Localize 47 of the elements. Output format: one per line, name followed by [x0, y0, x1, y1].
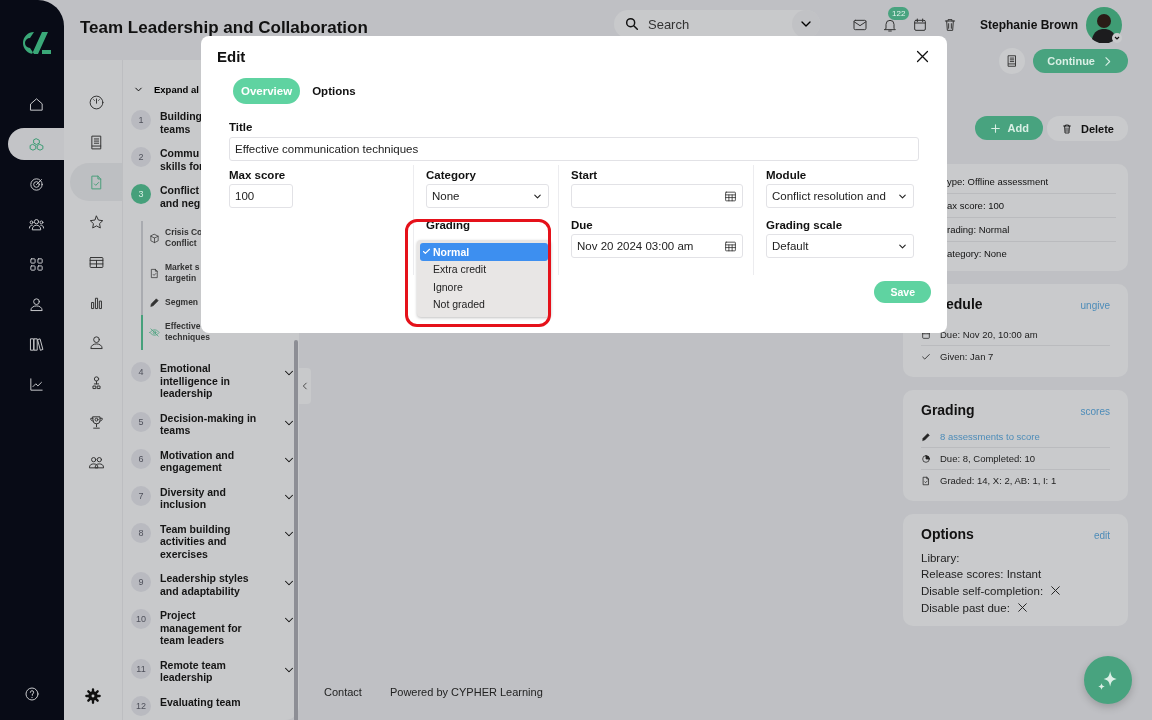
- dialog-title: Edit: [217, 48, 246, 65]
- step-number: 1: [131, 110, 151, 130]
- step-number: 8: [131, 522, 151, 543]
- module-title: Evaluating team: [160, 695, 241, 708]
- step-number: 12: [131, 695, 151, 716]
- grading-row: Graded: 14, X: 2, AB: 1, I: 1: [940, 475, 1057, 486]
- module-title: Diversity and inclusion: [160, 485, 226, 511]
- detail-row-text: ategory: None: [947, 247, 1008, 261]
- step-number: 4: [131, 362, 151, 382]
- module-title: Project management for team leaders: [160, 609, 242, 647]
- field-label: Category: [426, 169, 477, 181]
- card-title: Grading: [921, 402, 975, 418]
- step-number: 11: [131, 658, 151, 679]
- option-row: Disable past due:: [921, 601, 1010, 614]
- module-title: Decision-making in teams: [160, 411, 257, 437]
- module-title: Remote team leadership: [160, 658, 226, 684]
- step-number: 3: [131, 184, 151, 204]
- field-label: Start: [571, 169, 599, 181]
- field-label: Due: [571, 219, 594, 231]
- module-title: Emotional intelligence in leadership: [160, 362, 230, 400]
- step-number: 5: [131, 411, 151, 432]
- option-row: Library:: [921, 552, 960, 564]
- field-label: Module: [766, 169, 808, 181]
- module-title: Leadership styles and adaptability: [160, 572, 249, 597]
- module-title: Motivation and engagement: [160, 448, 235, 474]
- module-title: Conflict and neg: [160, 184, 201, 209]
- field-label: Title: [229, 121, 254, 133]
- notification-count: 122: [888, 7, 910, 20]
- step-number: 9: [131, 572, 151, 592]
- user-name: Stephanie Brown: [980, 18, 1078, 32]
- schedule-row: Given: Jan 7: [940, 351, 994, 362]
- field-label: Grading scale: [766, 219, 844, 231]
- schedule-row: Due: Nov 20, 10:00 am: [940, 329, 1038, 340]
- step-number: 6: [131, 448, 151, 469]
- card-title: edule: [945, 296, 983, 312]
- page-title: Team Leadership and Collaboration: [80, 18, 368, 38]
- step-number: 10: [131, 609, 151, 629]
- module-title: Building teams: [160, 110, 202, 135]
- module-title: Team building activities and exercises: [160, 522, 231, 560]
- module-title: Commu skills for: [160, 147, 204, 172]
- grading-row: Due: 8, Completed: 10: [940, 453, 1036, 464]
- step-number: 7: [131, 485, 151, 506]
- card-title: Options: [921, 526, 974, 542]
- field-label: Max score: [229, 169, 287, 181]
- option-row: Release scores: Instant: [921, 568, 1042, 580]
- step-number: 2: [131, 147, 151, 167]
- option-row: Disable self-completion:: [921, 584, 1044, 597]
